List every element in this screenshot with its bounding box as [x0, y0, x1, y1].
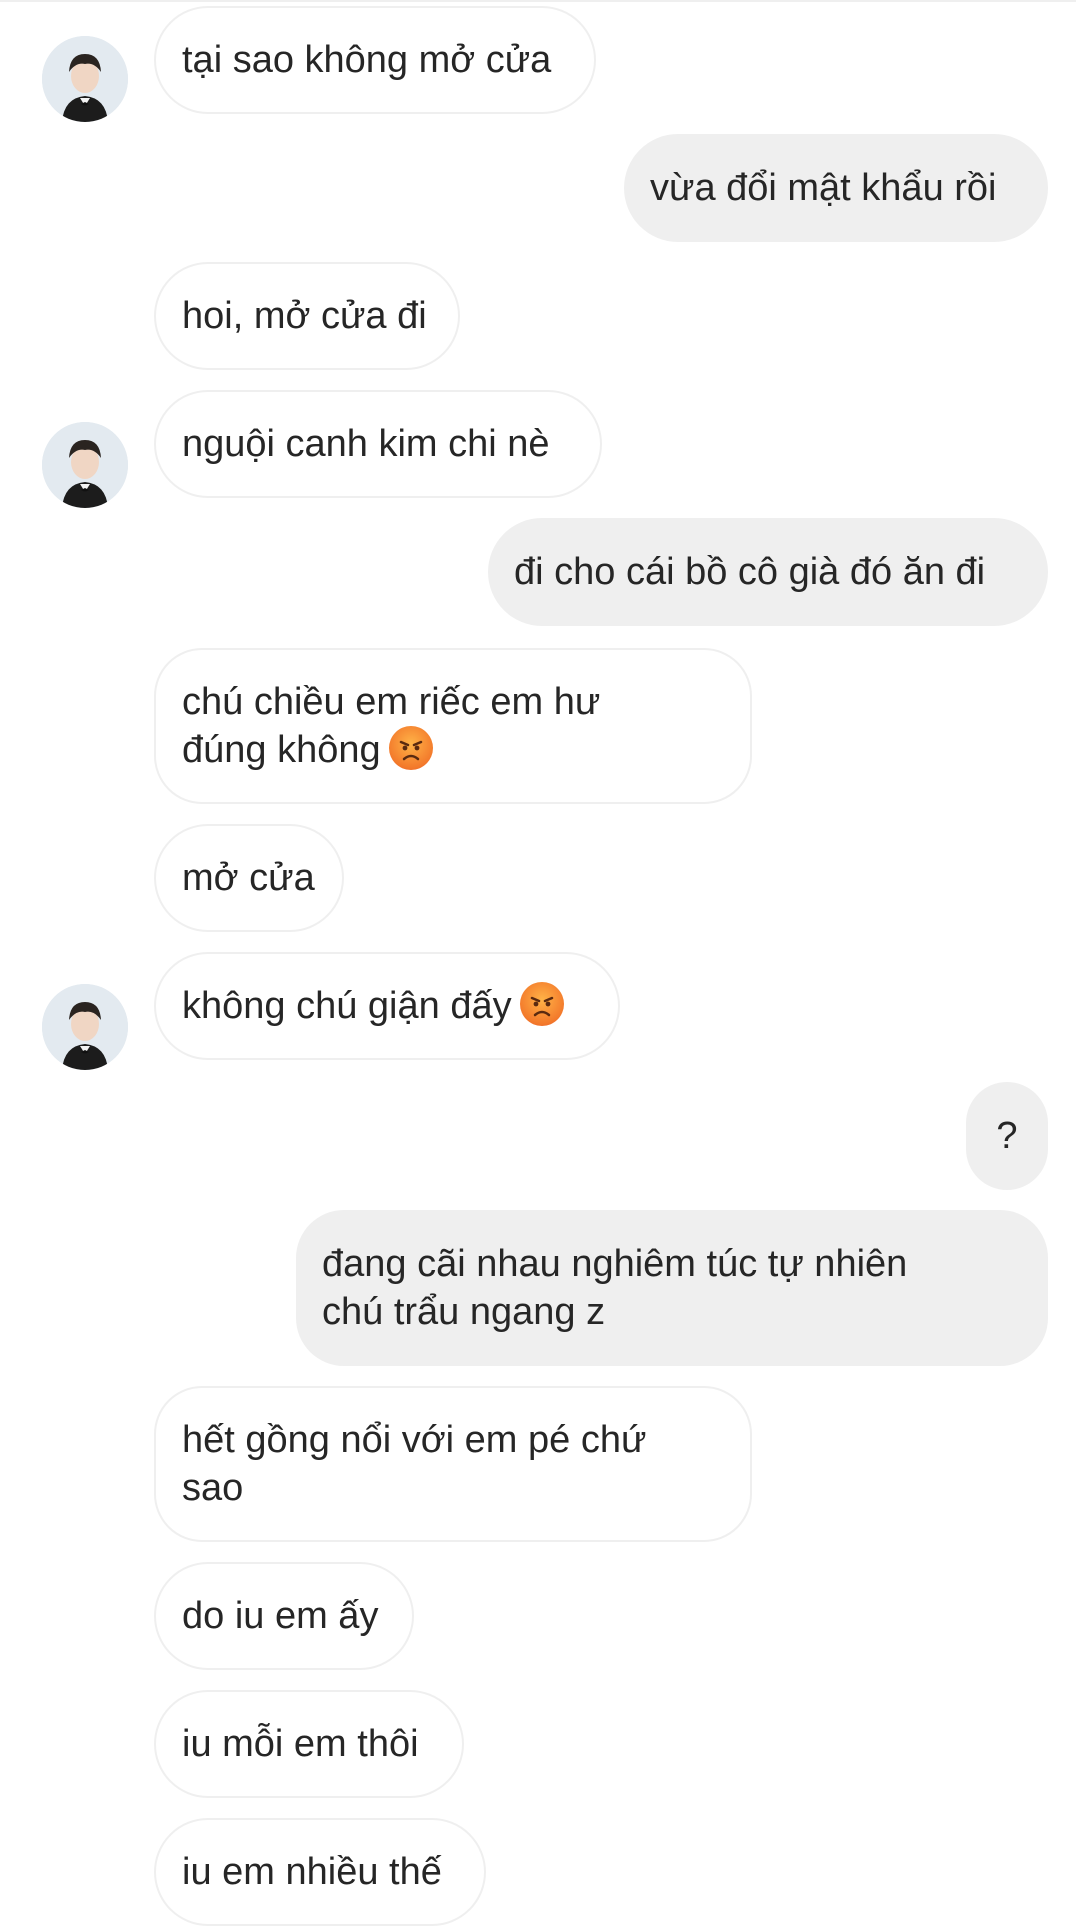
contact-avatar[interactable] — [42, 36, 128, 122]
message-text: do iu em ấy — [182, 1595, 379, 1637]
message-text: iu em nhiều thế — [182, 1851, 442, 1893]
message-text: mở cửa — [182, 857, 315, 899]
message-bubble-outgoing[interactable]: ? — [966, 1082, 1048, 1190]
message-text: iu mỗi em thôi — [182, 1723, 419, 1765]
message-bubble-outgoing[interactable]: vừa đổi mật khẩu rồi — [624, 134, 1048, 242]
message-text: ? — [996, 1115, 1018, 1157]
message-bubble-outgoing[interactable]: đang cãi nhau nghiêm túc tự nhiên chú tr… — [296, 1210, 1048, 1366]
message-text: nguội canh kim chi nè — [182, 423, 550, 465]
message-text: đang cãi nhau nghiêm túc tự nhiên chú tr… — [322, 1243, 908, 1333]
angry-face-emoji-icon — [388, 726, 433, 770]
message-text: hoi, mở cửa đi — [182, 295, 427, 337]
message-bubble-incoming[interactable]: iu mỗi em thôi — [154, 1690, 464, 1798]
message-bubble-incoming[interactable]: không chú giận đấy — [154, 952, 620, 1060]
message-text: tại sao không mở cửa — [182, 39, 552, 81]
message-bubble-incoming[interactable]: mở cửa — [154, 824, 344, 932]
message-bubble-outgoing[interactable]: đi cho cái bồ cô già đó ăn đi — [488, 518, 1048, 626]
message-bubble-incoming[interactable]: nguội canh kim chi nè — [154, 390, 602, 498]
contact-avatar[interactable] — [42, 422, 128, 508]
message-bubble-incoming[interactable]: iu em nhiều thế — [154, 1818, 486, 1926]
message-bubble-incoming[interactable]: do iu em ấy — [154, 1562, 414, 1670]
message-text: hết gồng nổi với em pé chứ sao — [182, 1419, 647, 1509]
message-text: không chú giận đấy — [182, 985, 512, 1027]
message-bubble-incoming[interactable]: hoi, mở cửa đi — [154, 262, 460, 370]
message-bubble-incoming[interactable]: chú chiều em riếc em hư đúng không — [154, 648, 752, 804]
message-bubble-incoming[interactable]: tại sao không mở cửa — [154, 6, 596, 114]
message-bubble-incoming[interactable]: hết gồng nổi với em pé chứ sao — [154, 1386, 752, 1542]
message-text: vừa đổi mật khẩu rồi — [650, 167, 997, 209]
message-text: đi cho cái bồ cô già đó ăn đi — [514, 551, 986, 593]
message-thread[interactable]: tại sao không mở cửa vừa đổi mật khẩu rồ… — [0, 0, 1076, 1926]
contact-avatar[interactable] — [42, 984, 128, 1070]
angry-face-emoji-icon — [519, 982, 564, 1026]
